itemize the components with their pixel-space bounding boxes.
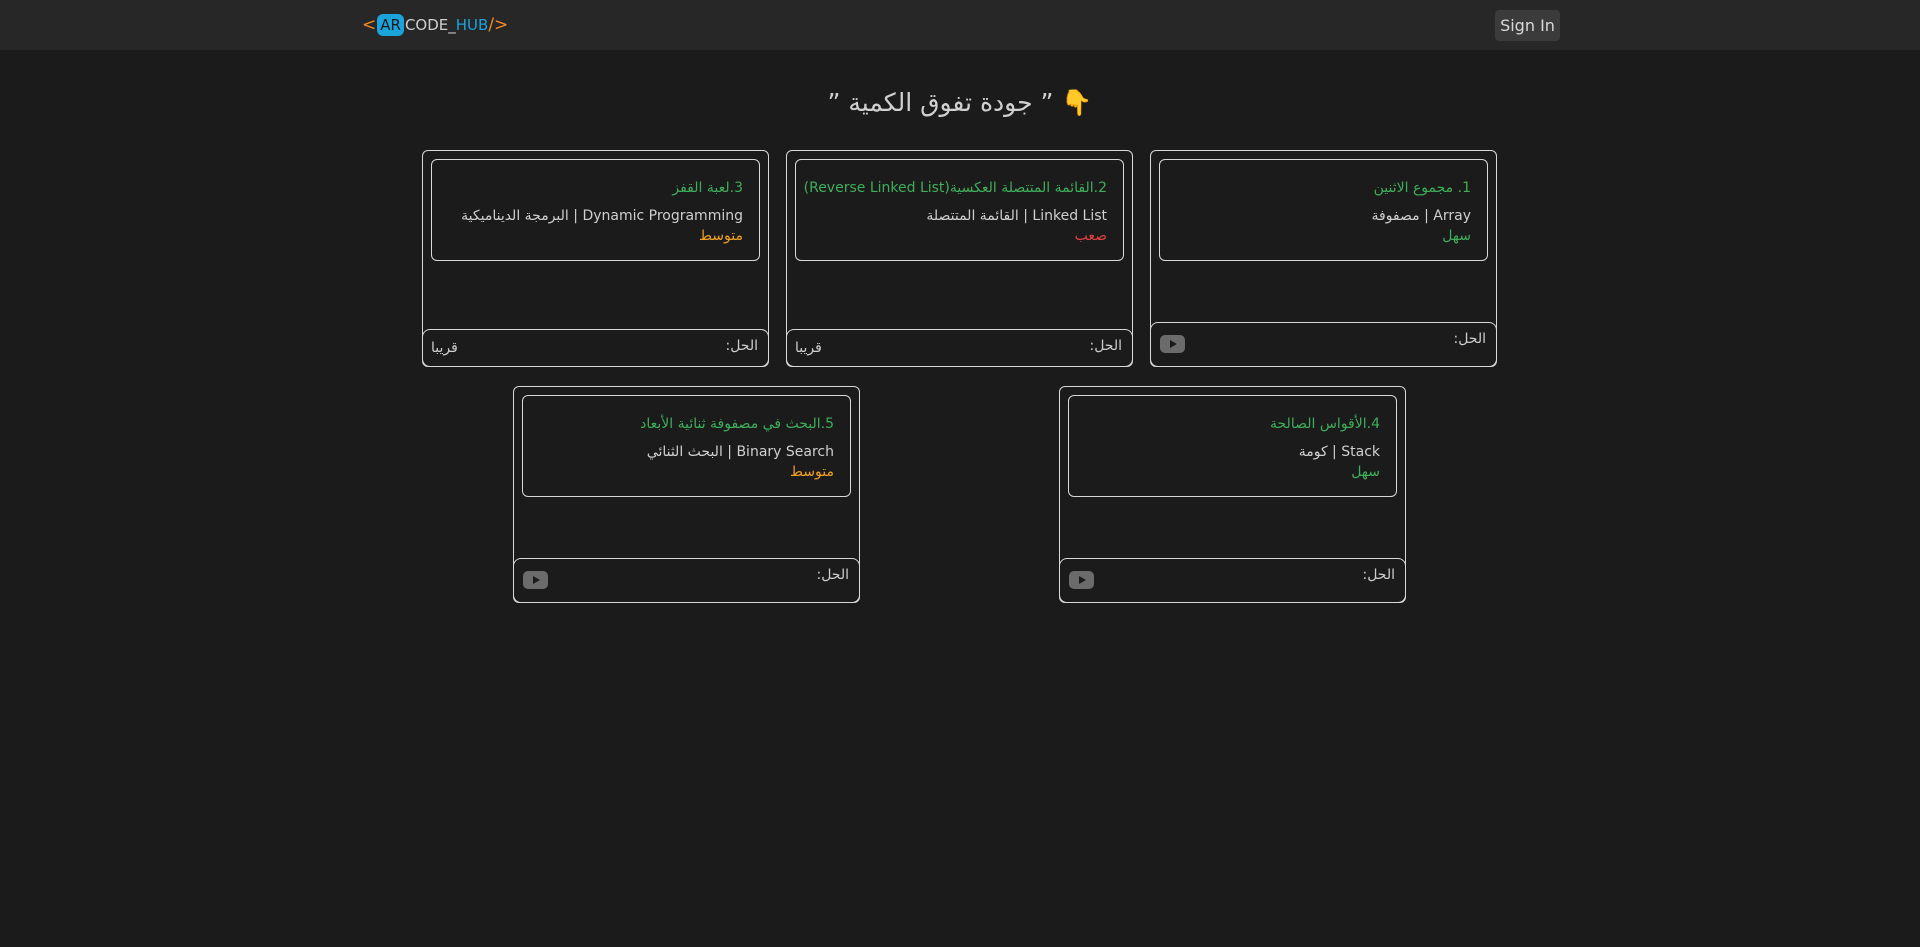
logo[interactable]: < AR CODE_ HUB />	[362, 12, 508, 38]
solution-label: الحل:	[725, 338, 758, 354]
solution-footer: الحل:	[1059, 558, 1406, 603]
difficulty-badge: سهل	[1442, 228, 1471, 244]
coming-soon-text: قريبا	[431, 340, 458, 356]
logo-hub-text: HUB	[455, 16, 489, 34]
sign-in-button[interactable]: Sign In	[1495, 10, 1560, 41]
problem-info-box: 1. مجموع الاثنين Array | مصفوفة سهل	[1159, 159, 1488, 261]
solution-footer: الحل: قريبا	[786, 329, 1133, 367]
difficulty-badge: متوسط	[699, 228, 743, 244]
solution-footer: الحل: قريبا	[422, 329, 769, 367]
problem-topic: Array | مصفوفة	[1371, 208, 1472, 224]
youtube-icon[interactable]	[1069, 571, 1094, 589]
solution-footer: الحل:	[513, 558, 860, 603]
problem-topic: Binary Search | البحث الثنائي	[646, 444, 834, 460]
solution-label: الحل:	[1089, 338, 1122, 354]
solution-label: الحل:	[816, 567, 849, 583]
problem-topic: Dynamic Programming | البرمجة الديناميكي…	[461, 208, 743, 224]
problem-info-box: 2.القائمة المتتصلة العكسية(Reverse Linke…	[795, 159, 1124, 261]
page-headline: 👇 ” جودة تفوق الكمية ”	[827, 88, 1093, 117]
problem-topic: Linked List | القائمة المتتصلة	[926, 208, 1107, 224]
solution-label: الحل:	[1362, 567, 1395, 583]
problem-title[interactable]: 4.الأقواس الصالحة	[1085, 414, 1380, 434]
problem-title[interactable]: 2.القائمة المتتصلة العكسية(Reverse Linke…	[804, 178, 1107, 198]
youtube-icon[interactable]	[1160, 335, 1185, 353]
problem-info-box: 4.الأقواس الصالحة Stack | كومة سهل	[1068, 395, 1397, 497]
problem-card-5: 5.البحث في مصفوفة ثنائية الأبعاد Binary …	[513, 386, 860, 603]
youtube-icon[interactable]	[523, 571, 548, 589]
difficulty-badge: صعب	[1074, 228, 1107, 244]
logo-ar-badge: AR	[377, 14, 404, 36]
problem-title[interactable]: 5.البحث في مصفوفة ثنائية الأبعاد	[539, 414, 834, 434]
logo-close-bracket: />	[488, 15, 509, 35]
problem-card-2: 2.القائمة المتتصلة العكسية(Reverse Linke…	[786, 150, 1133, 367]
problem-info-box: 3.لعبة القفز Dynamic Programming | البرم…	[431, 159, 760, 261]
logo-open-bracket: <	[362, 15, 377, 35]
navbar: < AR CODE_ HUB /> Sign In	[0, 0, 1920, 50]
difficulty-badge: متوسط	[790, 464, 834, 480]
problem-card-3: 3.لعبة القفز Dynamic Programming | البرم…	[422, 150, 769, 367]
problem-topic: Stack | كومة	[1298, 444, 1380, 460]
solution-footer: الحل:	[1150, 322, 1497, 367]
difficulty-badge: سهل	[1351, 464, 1380, 480]
problem-card-1: 1. مجموع الاثنين Array | مصفوفة سهل الحل…	[1150, 150, 1497, 367]
problem-title[interactable]: 1. مجموع الاثنين	[1176, 178, 1471, 198]
problem-title[interactable]: 3.لعبة القفز	[448, 178, 743, 198]
solution-label: الحل:	[1453, 331, 1486, 347]
problem-info-box: 5.البحث في مصفوفة ثنائية الأبعاد Binary …	[522, 395, 851, 497]
problem-card-4: 4.الأقواس الصالحة Stack | كومة سهل الحل:	[1059, 386, 1406, 603]
coming-soon-text: قريبا	[795, 340, 822, 356]
logo-code-text: CODE_	[404, 16, 456, 34]
